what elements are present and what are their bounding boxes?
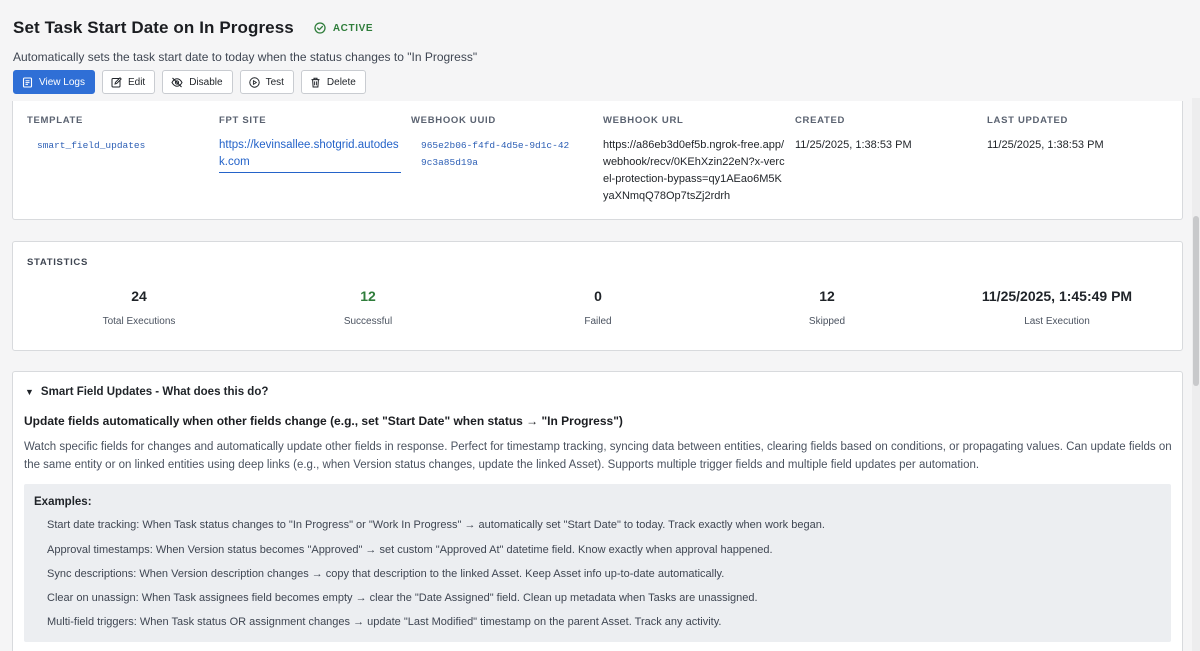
help-heading: Update fields automatically when other f… bbox=[24, 414, 623, 428]
updated-field: LAST UPDATED 11/25/2025, 1:38:53 PM bbox=[987, 115, 1104, 154]
stat-total-executions: 24 Total Executions bbox=[29, 288, 249, 327]
created-value: 11/25/2025, 1:38:53 PM bbox=[795, 139, 912, 151]
status-badge: ACTIVE bbox=[314, 22, 373, 34]
help-body: Watch specific fields for changes and au… bbox=[24, 441, 1172, 471]
stat-failed: 0 Failed bbox=[488, 288, 708, 327]
eye-off-icon bbox=[171, 77, 183, 87]
edit-button[interactable]: Edit bbox=[101, 70, 156, 94]
scrollbar-thumb[interactable] bbox=[1193, 216, 1199, 386]
stat-value: 24 bbox=[131, 288, 147, 304]
help-summary-text: Smart Field Updates - What does this do? bbox=[40, 386, 269, 398]
stat-value: 12 bbox=[819, 288, 835, 304]
statistics-card: STATISTICS 24 Total Executions 12 Succes… bbox=[12, 241, 1183, 351]
stat-caption: Failed bbox=[584, 316, 612, 327]
trash-icon bbox=[311, 77, 320, 87]
automation-detail-page: Set Task Start Date on In Progress ACTIV… bbox=[0, 0, 1200, 651]
status-text: ACTIVE bbox=[332, 22, 374, 34]
example-item: Multi-field triggers: When Task status O… bbox=[47, 616, 722, 628]
template-label: TEMPLATE bbox=[27, 115, 84, 126]
updated-value: 11/25/2025, 1:38:53 PM bbox=[987, 139, 1104, 151]
stat-successful: 12 Successful bbox=[258, 288, 478, 327]
stat-caption: Successful bbox=[343, 316, 393, 327]
created-label: CREATED bbox=[795, 115, 846, 126]
example-item: Approval timestamps: When Version status… bbox=[47, 544, 773, 556]
site-field: FPT SITE https://kevinsallee.shotgrid.au… bbox=[219, 115, 401, 173]
help-toggle[interactable]: ▼ Smart Field Updates - What does this d… bbox=[25, 386, 268, 398]
stat-caption: Skipped bbox=[808, 316, 846, 327]
stat-caption: Total Executions bbox=[102, 316, 176, 327]
view-logs-button[interactable]: View Logs bbox=[13, 70, 95, 94]
header: Set Task Start Date on In Progress ACTIV… bbox=[13, 18, 373, 38]
template-value: smart_field_updates bbox=[37, 140, 146, 151]
template-field: TEMPLATE smart_field_updates bbox=[27, 115, 145, 154]
statistics-label: STATISTICS bbox=[27, 257, 89, 268]
stat-skipped: 12 Skipped bbox=[717, 288, 937, 327]
help-card: ▼ Smart Field Updates - What does this d… bbox=[12, 371, 1183, 651]
created-field: CREATED 11/25/2025, 1:38:53 PM bbox=[795, 115, 912, 154]
stat-value: 0 bbox=[594, 288, 602, 304]
stat-value: 12 bbox=[360, 288, 376, 304]
test-button[interactable]: Test bbox=[239, 70, 294, 94]
details-card: TEMPLATE smart_field_updates FPT SITE ht… bbox=[12, 101, 1183, 220]
stat-value: 11/25/2025, 1:45:49 PM bbox=[981, 288, 1133, 304]
play-circle-icon bbox=[248, 76, 260, 88]
disable-button[interactable]: Disable bbox=[162, 70, 233, 94]
logs-icon bbox=[22, 76, 33, 88]
uuid-value: 965e2b06-f4fd-4d5e-9d1c-429c3a85d19a bbox=[421, 140, 570, 168]
site-label: FPT SITE bbox=[219, 115, 267, 126]
url-field: WEBHOOK URL https://a86eb3d0ef5b.ngrok-f… bbox=[603, 115, 787, 205]
stat-last-execution: 11/25/2025, 1:45:49 PM Last Execution bbox=[947, 288, 1167, 327]
stat-caption: Last Execution bbox=[1024, 316, 1090, 327]
examples-box: Examples: Start date tracking: When Task… bbox=[24, 484, 1171, 642]
uuid-field: WEBHOOK UUID 965e2b06-f4fd-4d5e-9d1c-429… bbox=[411, 115, 571, 171]
edit-icon bbox=[111, 76, 122, 87]
url-label: WEBHOOK URL bbox=[603, 115, 684, 126]
url-value: https://a86eb3d0ef5b.ngrok-free.app/webh… bbox=[603, 139, 785, 202]
triangle-down-icon: ▼ bbox=[25, 387, 34, 397]
examples-title: Examples: bbox=[34, 496, 92, 508]
site-link[interactable]: https://kevinsallee.shotgrid.autodesk.co… bbox=[219, 137, 401, 173]
automation-description: Automatically sets the task start date t… bbox=[13, 50, 478, 64]
scrollbar[interactable] bbox=[1192, 98, 1200, 651]
example-item: Clear on unassign: When Task assignees f… bbox=[47, 592, 758, 604]
delete-button[interactable]: Delete bbox=[300, 70, 366, 94]
check-circle-icon bbox=[314, 22, 326, 34]
toolbar: View Logs Edit Disable Test Delete bbox=[13, 70, 366, 94]
page-title: Set Task Start Date on In Progress bbox=[13, 18, 294, 37]
updated-label: LAST UPDATED bbox=[987, 115, 1069, 126]
example-item: Start date tracking: When Task status ch… bbox=[47, 519, 825, 531]
uuid-label: WEBHOOK UUID bbox=[411, 115, 496, 126]
example-item: Sync descriptions: When Version descript… bbox=[47, 568, 725, 580]
